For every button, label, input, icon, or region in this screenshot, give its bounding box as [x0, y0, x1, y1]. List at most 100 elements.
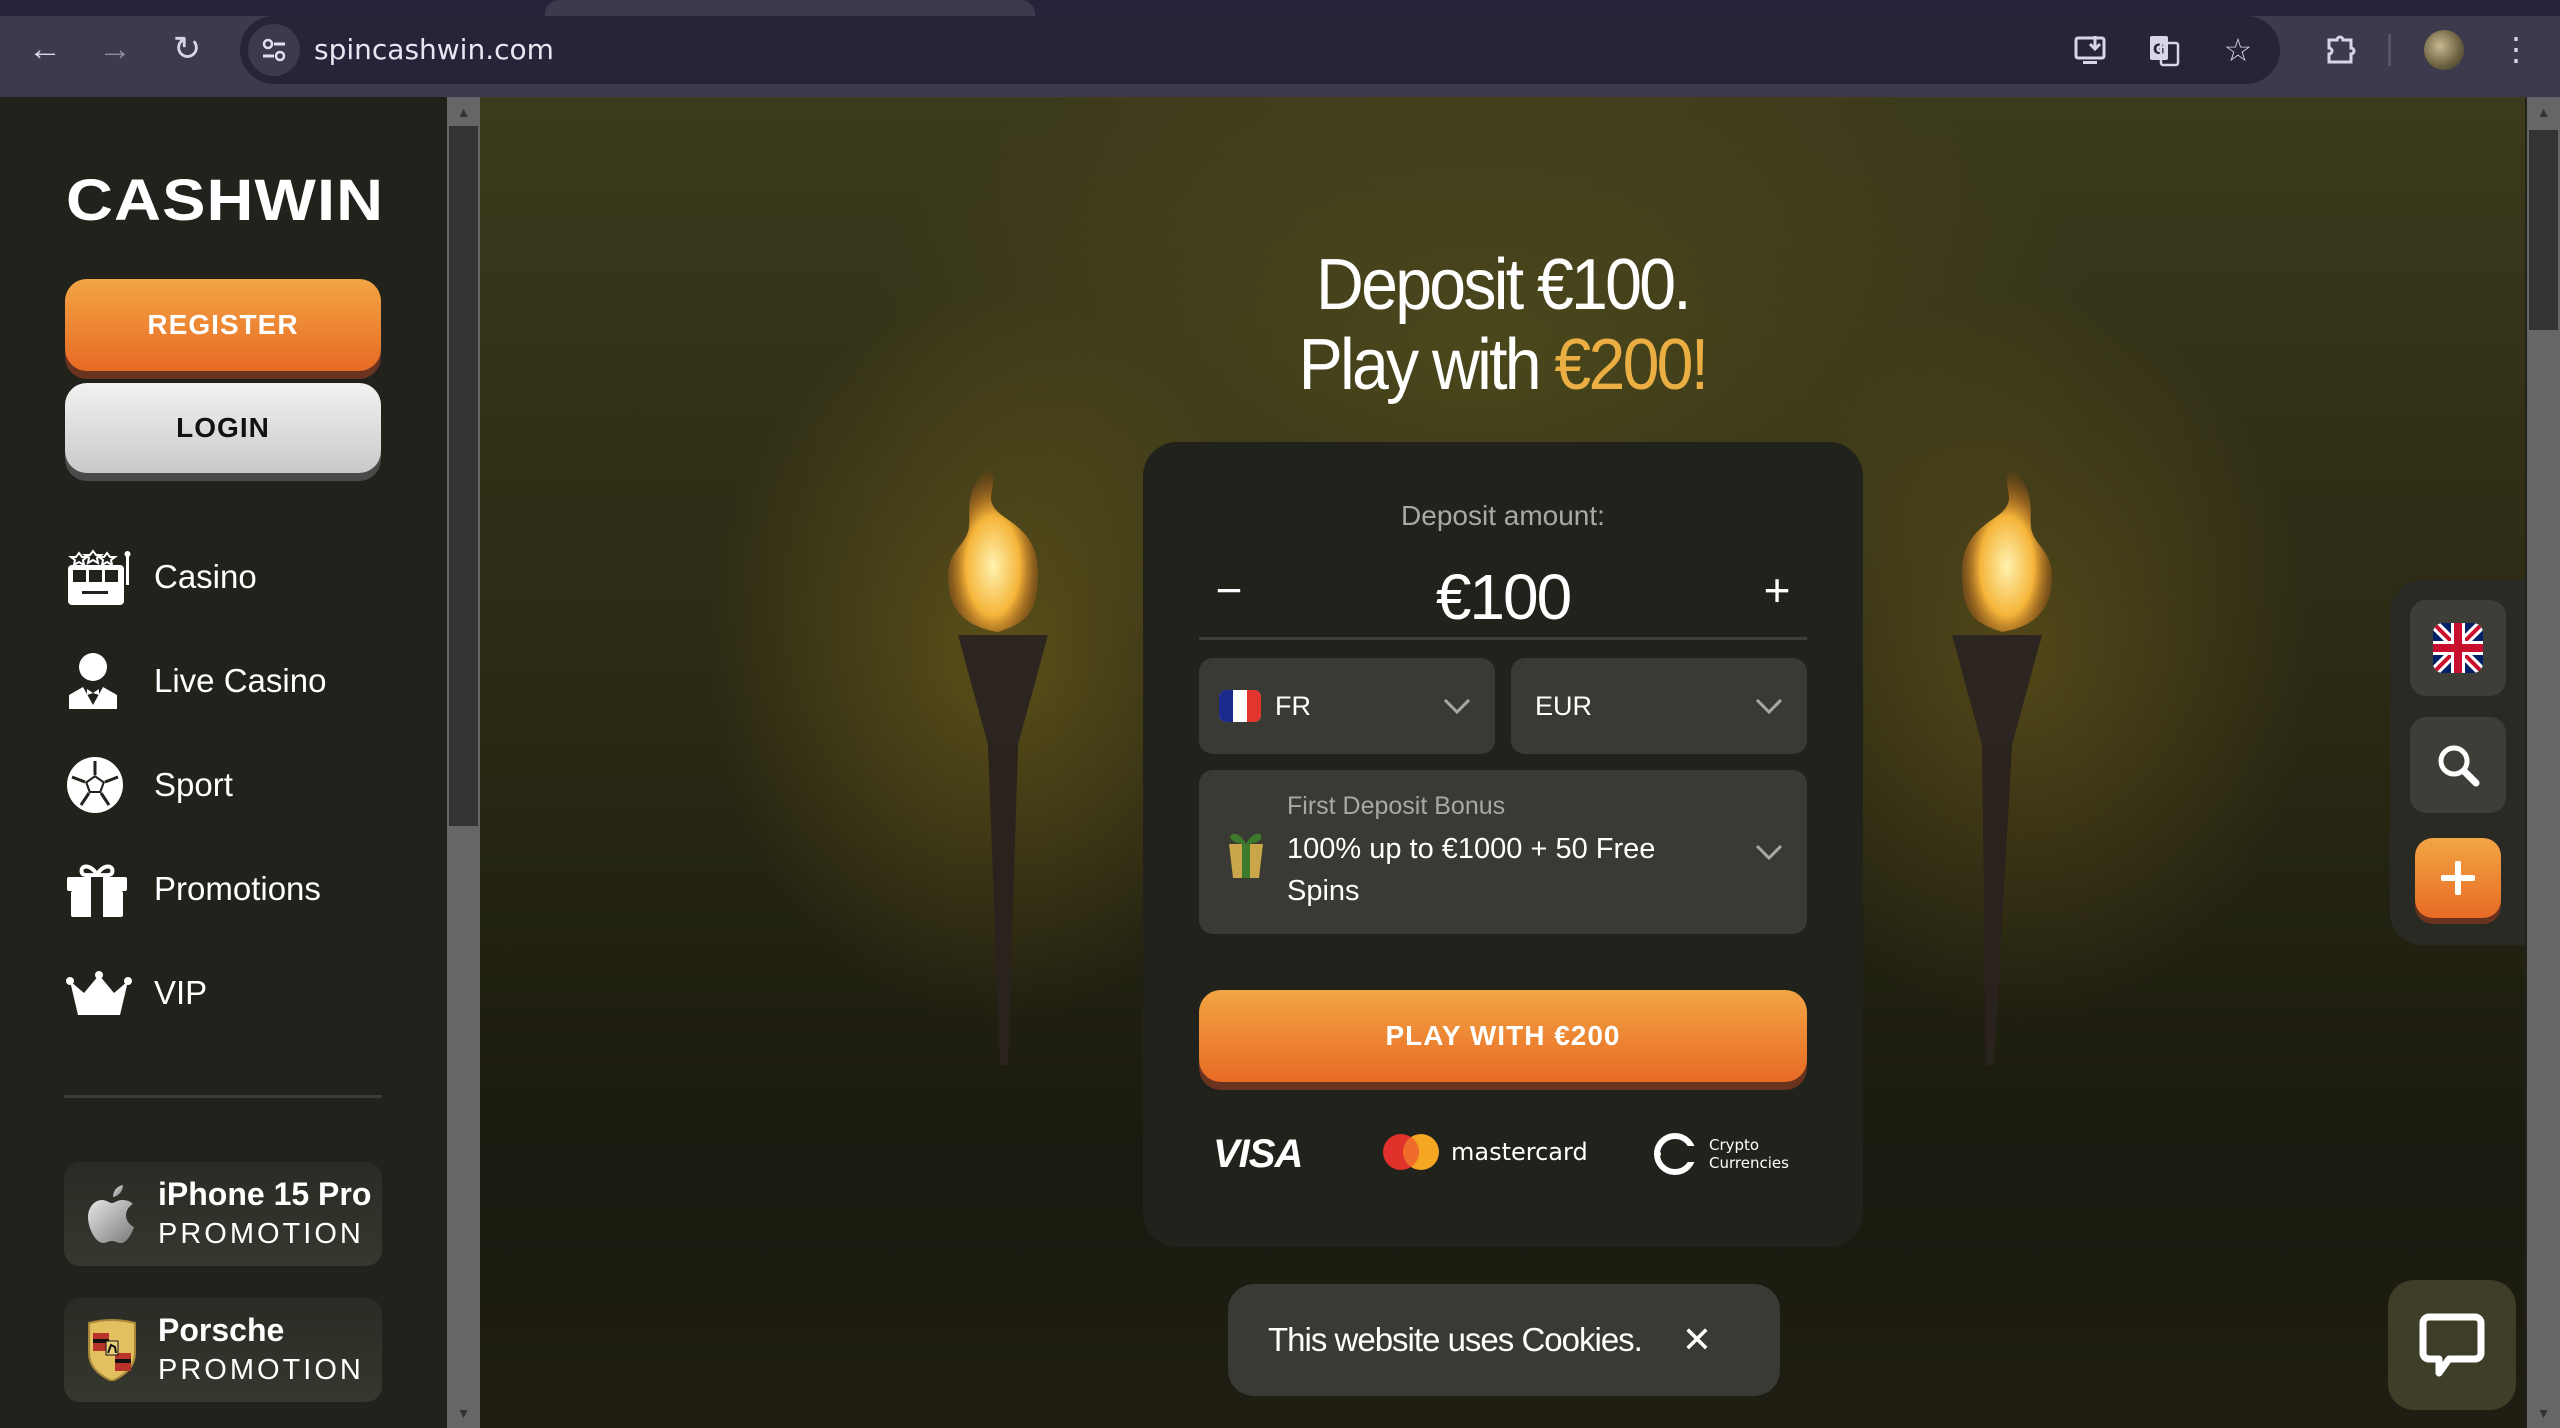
forward-button[interactable]: →	[94, 28, 136, 70]
sidebar-scrollbar[interactable]: ▲ ▼	[447, 97, 480, 1428]
uk-flag-icon	[2433, 623, 2483, 673]
crypto-text-line2: Currencies	[1709, 1154, 1789, 1172]
cookie-banner-text: This website uses Cookies.	[1268, 1321, 1643, 1358]
tune-icon	[262, 38, 286, 62]
scroll-up-arrow[interactable]: ▲	[447, 101, 480, 123]
deposit-card: Deposit amount: − €100 + FR EUR First De…	[1143, 442, 1863, 1247]
active-tab[interactable]	[545, 0, 1035, 16]
play-with-bonus-button[interactable]: PLAY WITH €200	[1199, 990, 1807, 1082]
page-scrollbar[interactable]: ▲ ▼	[2527, 97, 2560, 1428]
country-select[interactable]: FR	[1199, 658, 1495, 754]
chevron-down-icon	[1443, 698, 1471, 715]
mastercard-icon	[1383, 1134, 1439, 1170]
hero-headline-line2: Play with €200!	[562, 325, 2443, 405]
promo-iphone[interactable]: iPhone 15 Pro PROMOTION	[64, 1162, 382, 1266]
torch-left-decoration	[948, 467, 1048, 1065]
soccer-ball-icon	[66, 755, 136, 815]
search-icon	[2438, 745, 2480, 787]
crown-icon	[66, 963, 136, 1023]
sidebar-item-label: Sport	[154, 766, 233, 803]
profile-avatar[interactable]	[2424, 30, 2464, 70]
main-content: Deposit €100. Play with €200! Deposit am…	[480, 97, 2525, 1428]
sidebar-divider	[64, 1095, 382, 1098]
increase-amount-button[interactable]: +	[1747, 560, 1807, 620]
hero-highlight-amount: €200!	[1554, 325, 1709, 405]
register-button[interactable]: REGISTER	[65, 279, 381, 371]
bookmark-star-icon[interactable]: ☆	[2216, 28, 2260, 72]
url-text[interactable]: spincashwin.com	[314, 33, 554, 66]
promo-title: Porsche	[158, 1312, 285, 1348]
gift-icon	[66, 859, 136, 919]
scroll-down-arrow[interactable]: ▼	[447, 1402, 480, 1424]
crypto-logo: Crypto Currencies	[1653, 1132, 1789, 1176]
promo-porsche[interactable]: Porsche PROMOTION	[64, 1298, 382, 1402]
bonus-description: 100% up to €1000 + 50 Free Spins	[1287, 833, 1656, 907]
bonus-title: First Deposit Bonus	[1287, 792, 1506, 820]
porsche-crest-icon	[82, 1319, 142, 1381]
scroll-up-arrow[interactable]: ▲	[2527, 101, 2560, 123]
language-button[interactable]	[2410, 600, 2506, 696]
site-info-button[interactable]	[248, 24, 300, 76]
dealer-icon	[66, 651, 136, 711]
sidebar-item-label: Live Casino	[154, 662, 327, 699]
live-chat-button[interactable]	[2388, 1280, 2516, 1410]
add-button[interactable]	[2415, 838, 2501, 918]
reload-icon: ↻	[172, 30, 202, 68]
cookie-banner: This website uses Cookies. ✕	[1228, 1284, 1780, 1396]
visa-logo: VISA	[1213, 1132, 1303, 1177]
back-button[interactable]: ←	[24, 28, 66, 70]
visa-text: VISA	[1213, 1132, 1303, 1176]
sidebar-item-label: VIP	[154, 974, 208, 1011]
chat-bubble-icon	[2419, 1313, 2485, 1377]
sidebar-nav: Casino Live Casino Sport Promotions VIP	[66, 525, 386, 1045]
sidebar-item-promotions[interactable]: Promotions	[66, 837, 386, 941]
currency-value: EUR	[1535, 690, 1593, 721]
scrollbar-thumb[interactable]	[449, 126, 478, 826]
hero-headline-line1: Deposit €100.	[1316, 245, 1692, 325]
france-flag-icon	[1219, 690, 1261, 722]
svg-text:G: G	[2153, 42, 2165, 58]
toolbar-separator	[2388, 34, 2391, 66]
promo-subtitle: PROMOTION	[158, 1218, 364, 1250]
gift-box-icon	[1229, 833, 1263, 878]
cashwin-logo[interactable]: CASHWIN	[66, 167, 384, 234]
slot-machine-icon	[66, 547, 136, 607]
torch-right-decoration	[1952, 467, 2052, 1065]
scroll-down-arrow[interactable]: ▼	[2527, 1402, 2560, 1424]
deposit-amount-label: Deposit amount:	[1401, 500, 1605, 531]
sidebar-item-sport[interactable]: Sport	[66, 733, 386, 837]
extensions-icon[interactable]	[2318, 27, 2362, 71]
menu-kebab-icon[interactable]: ⋮	[2494, 27, 2538, 71]
sidebar-item-live-casino[interactable]: Live Casino	[66, 629, 386, 733]
floating-tools-panel	[2390, 580, 2525, 945]
arrow-left-icon: ←	[28, 29, 62, 68]
scrollbar-thumb[interactable]	[2529, 130, 2558, 330]
sidebar-item-label: Promotions	[154, 870, 321, 907]
chevron-down-icon	[1755, 698, 1783, 715]
amount-stepper: − €100 +	[1199, 550, 1807, 640]
promo-title: iPhone 15 Pro	[158, 1176, 372, 1212]
browser-toolbar: ← → ↻ spincashwin.com G ☆ ⋮	[0, 0, 2560, 97]
sidebar-item-vip[interactable]: VIP	[66, 941, 386, 1045]
mastercard-logo: mastercard	[1381, 1132, 1588, 1172]
mastercard-text: mastercard	[1451, 1138, 1588, 1166]
sidebar-item-casino[interactable]: Casino	[66, 525, 386, 629]
country-value: FR	[1275, 690, 1311, 721]
crypto-text-line1: Crypto	[1709, 1136, 1760, 1154]
search-button[interactable]	[2410, 717, 2506, 813]
hero-line2-text: Play with	[1298, 325, 1555, 405]
reload-button[interactable]: ↻	[166, 28, 208, 70]
login-button[interactable]: LOGIN	[65, 383, 381, 473]
plus-icon	[2441, 861, 2475, 895]
translate-icon[interactable]: G	[2142, 28, 2186, 72]
sidebar: CASHWIN REGISTER LOGIN Casino Live Casin…	[0, 97, 447, 1428]
bonus-select[interactable]: First Deposit Bonus 100% up to €1000 + 5…	[1199, 770, 1807, 934]
tab-strip	[0, 0, 2560, 16]
address-bar[interactable]: spincashwin.com G ☆	[240, 16, 2280, 84]
crypto-coin-icon	[1654, 1133, 1697, 1175]
apple-logo-icon	[82, 1184, 142, 1244]
close-cookie-banner-button[interactable]: ✕	[1682, 1319, 1712, 1361]
deposit-amount-value[interactable]: €100	[1199, 560, 1807, 634]
currency-select[interactable]: EUR	[1511, 658, 1807, 754]
install-app-icon[interactable]	[2068, 28, 2112, 72]
